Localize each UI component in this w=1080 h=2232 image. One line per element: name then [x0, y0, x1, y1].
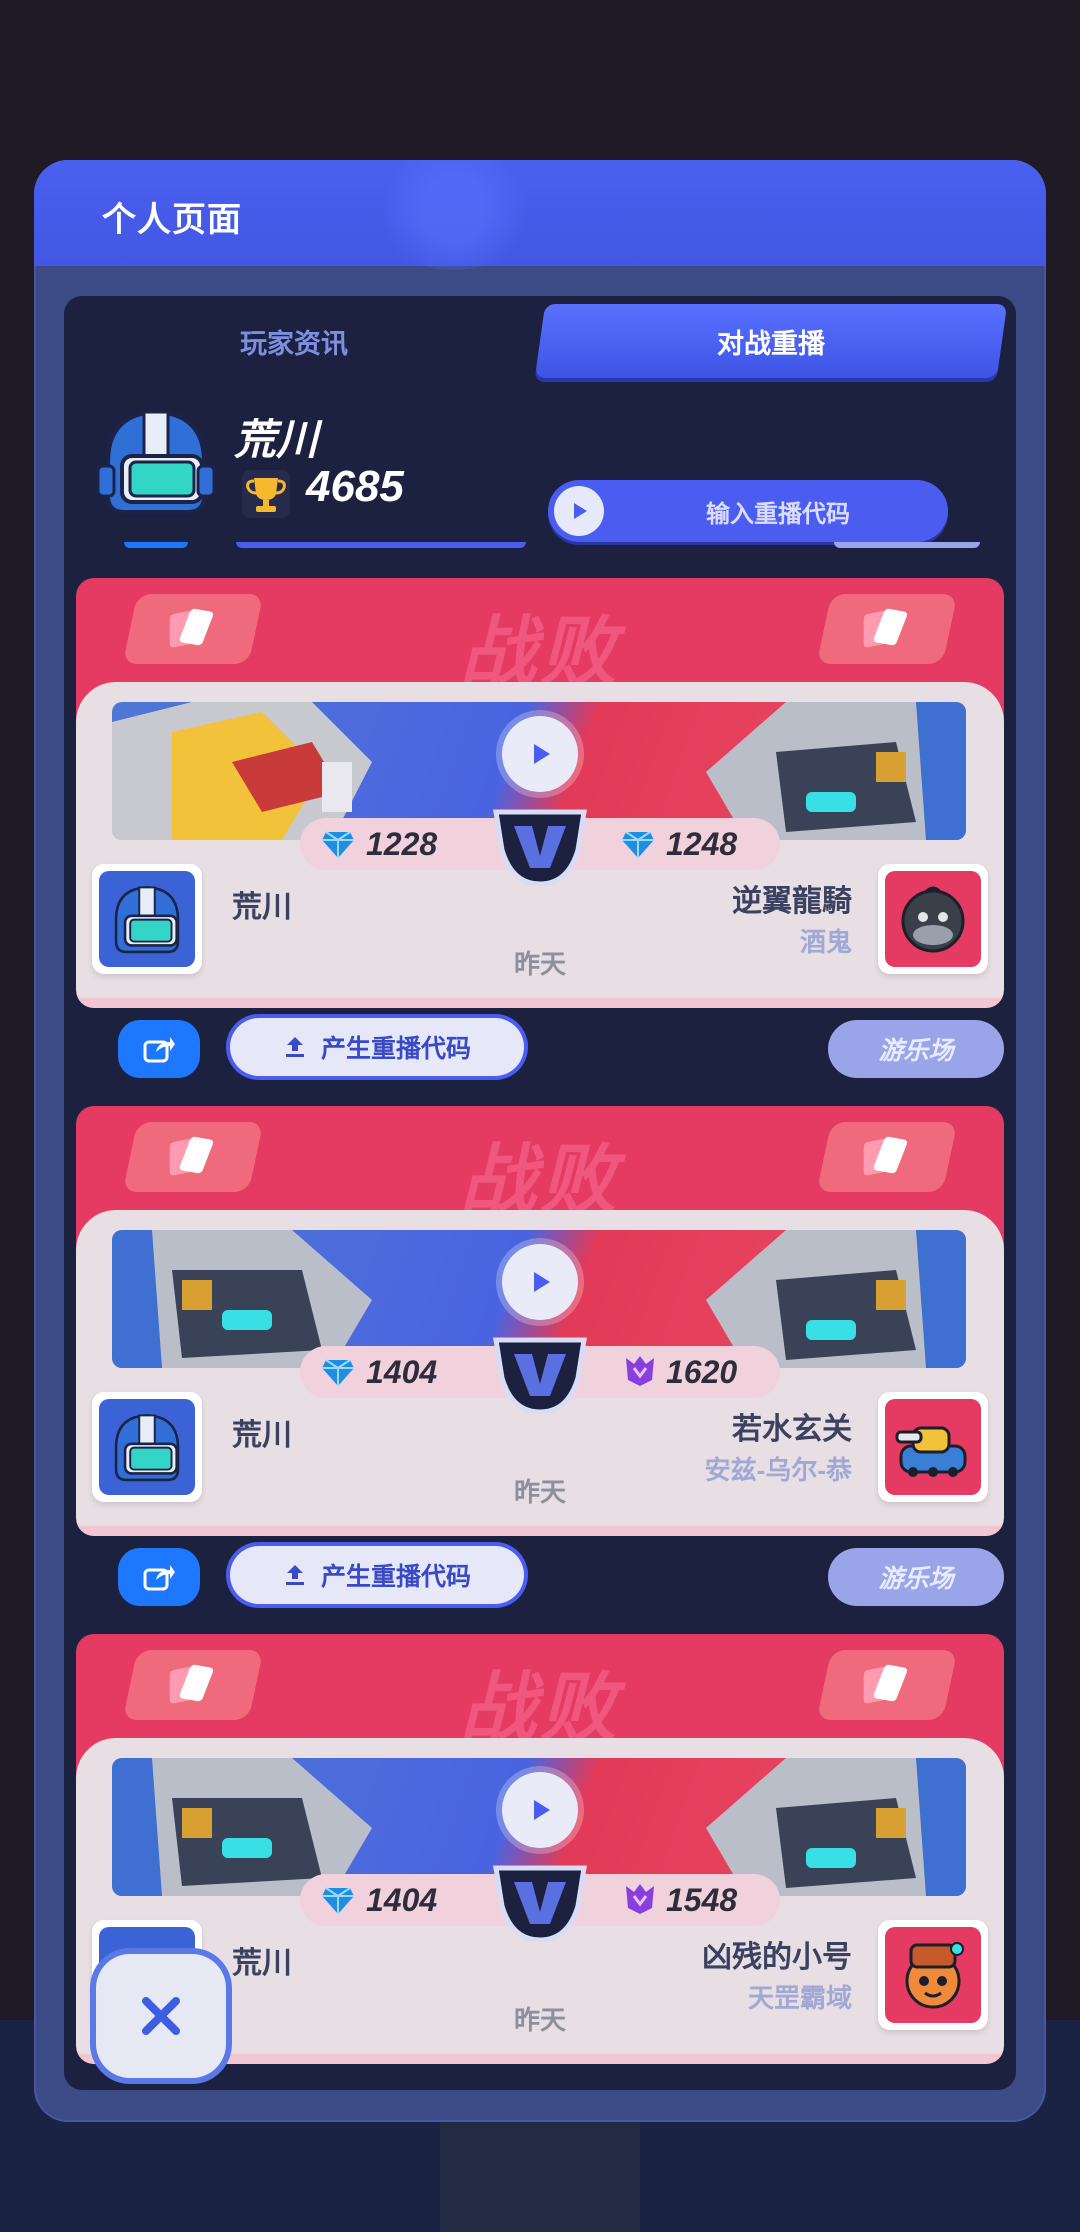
share-button[interactable] — [118, 1548, 200, 1606]
panel-header: 个人页面 — [34, 160, 1046, 270]
opponent-name: 若水玄关 — [732, 1413, 852, 1446]
share-button[interactable] — [118, 1020, 200, 1078]
player-name-label: 荒川 — [232, 1419, 292, 1452]
scrolled-share-button-edge — [124, 542, 188, 548]
trophy-icon — [242, 470, 290, 518]
enter-replay-code-label: 输入重播代码 — [706, 500, 850, 528]
tab-player-info[interactable]: 玩家资讯 — [64, 304, 524, 378]
close-icon — [142, 1997, 180, 2035]
play-replay-button[interactable] — [502, 1244, 578, 1320]
play-icon — [554, 486, 604, 536]
close-button[interactable] — [96, 1954, 226, 2078]
profile-panel: 个人页面 玩家资讯 对战重播 荒川 4685 输入重播代码 战败 1228 12… — [34, 160, 1046, 2122]
scrolled-generate-button-edge — [236, 542, 526, 548]
upload-icon — [285, 1037, 304, 1057]
opponent-score: 1248 — [666, 825, 738, 862]
player-score: 1228 — [366, 825, 438, 862]
card-deck-icon — [122, 1650, 264, 1720]
generate-replay-code-button[interactable]: 产生重播代码 — [230, 1546, 524, 1604]
card-deck-icon — [816, 1122, 958, 1192]
player-name-label: 荒川 — [232, 891, 292, 924]
share-icon — [143, 1037, 175, 1063]
opponent-score: 1548 — [666, 1881, 738, 1918]
mythic-rank-icon — [626, 1884, 654, 1914]
card-deck-icon — [816, 1650, 958, 1720]
generate-replay-code-button[interactable]: 产生重播代码 — [230, 1018, 524, 1076]
card-deck-icon — [122, 1122, 264, 1192]
match-time: 昨天 — [513, 949, 566, 979]
play-replay-button[interactable] — [502, 1772, 578, 1848]
diamond-rank-icon — [322, 1359, 354, 1386]
scrolled-mode-button-edge — [834, 542, 980, 548]
opponent-name: 逆翼龍騎 — [732, 885, 852, 918]
diamond-rank-icon — [322, 831, 354, 858]
game-mode-button[interactable]: 游乐场 — [828, 1548, 1004, 1606]
match-actions: 产生重播代码 游乐场 — [76, 1538, 1004, 1612]
vs-badge-icon — [493, 809, 587, 886]
vs-badge-icon — [493, 1865, 587, 1942]
upload-icon — [285, 1565, 304, 1585]
match-card[interactable]: 战败 1228 1248 荒川 逆翼龍騎 酒鬼 昨天 — [76, 578, 1004, 1008]
helmet-icon — [96, 409, 216, 514]
game-mode-button[interactable]: 游乐场 — [828, 1020, 1004, 1078]
play-replay-button[interactable] — [502, 716, 578, 792]
diamond-rank-icon — [622, 831, 654, 858]
player-name-label: 荒川 — [232, 1947, 292, 1980]
player-score: 1404 — [366, 1353, 438, 1390]
card-deck-icon — [816, 594, 958, 664]
trophy-count: 4685 — [306, 462, 404, 511]
match-card[interactable]: 战败 1404 1620 荒川 若水玄关 安兹-乌尔-恭 昨天 — [76, 1106, 1004, 1536]
enter-replay-code-button[interactable]: 输入重播代码 — [548, 480, 948, 542]
opponent-score: 1620 — [666, 1353, 738, 1390]
generate-replay-code-label: 产生重播代码 — [320, 1035, 471, 1063]
player-score: 1404 — [366, 1881, 438, 1918]
match-actions: 产生重播代码 游乐场 — [76, 1010, 1004, 1084]
mythic-rank-icon — [626, 1356, 654, 1386]
card-deck-icon — [122, 594, 264, 664]
page-title: 个人页面 — [102, 201, 242, 239]
diamond-rank-icon — [322, 1887, 354, 1914]
panel-content: 玩家资讯 对战重播 荒川 4685 输入重播代码 战败 1228 1248 荒川… — [64, 296, 1016, 2090]
share-icon — [143, 1565, 175, 1591]
opponent-name: 凶残的小号 — [702, 1941, 852, 1974]
player-name: 荒川 — [234, 416, 319, 463]
tab-battle-replay[interactable]: 对战重播 — [540, 304, 1002, 378]
vs-badge-icon — [493, 1337, 587, 1414]
match-time: 昨天 — [513, 1477, 566, 1507]
generate-replay-code-label: 产生重播代码 — [320, 1563, 471, 1591]
header-decoration — [369, 160, 539, 270]
